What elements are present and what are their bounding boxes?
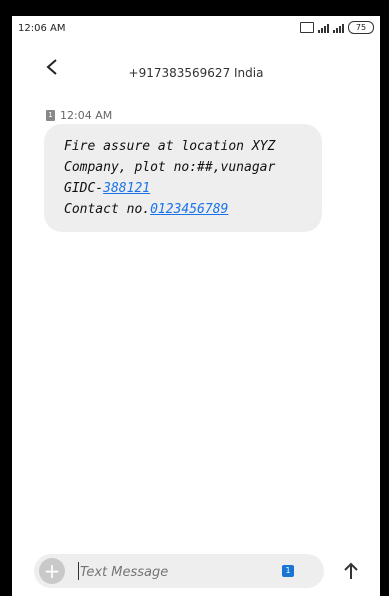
add-attachment-button[interactable]: + — [39, 558, 65, 584]
message-line: Fire assure at location XYZ — [64, 139, 276, 154]
sim-badge: 1 — [46, 110, 55, 121]
message-line: Contact no.0123456789 — [64, 199, 308, 220]
battery-icon: 75 — [348, 21, 374, 34]
number-link[interactable]: 388121 — [103, 181, 150, 196]
message-time: 12:04 AM — [60, 109, 113, 122]
message-text: GIDC- — [64, 181, 104, 196]
message-line: GIDC-388121 — [64, 178, 308, 199]
signal-icon-2 — [333, 23, 344, 33]
message-input[interactable] — [78, 561, 262, 583]
sim-card-icon — [300, 22, 314, 33]
signal-icon — [318, 23, 329, 33]
sim-select-button[interactable]: 1 — [282, 565, 294, 577]
message-bubble[interactable]: Fire assure at location XYZ Company, plo… — [44, 124, 322, 232]
message-line: Company, plot no:##,vunagar — [64, 160, 276, 175]
status-icons: 75 — [300, 21, 374, 34]
message-text: Contact no. — [64, 202, 151, 217]
composer-bar: + 1 — [34, 554, 324, 588]
messaging-screen: 12:06 AM 75 +917383569627 India 1 12:04 … — [12, 16, 380, 596]
status-time: 12:06 AM — [18, 23, 66, 34]
status-bar: 12:06 AM 75 — [12, 16, 380, 42]
phone-link[interactable]: 0123456789 — [150, 202, 228, 217]
contact-title[interactable]: +917383569627 India — [12, 66, 380, 80]
send-button[interactable] — [338, 558, 364, 584]
arrow-up-icon — [344, 562, 358, 579]
message-meta: 1 12:04 AM — [46, 109, 112, 122]
